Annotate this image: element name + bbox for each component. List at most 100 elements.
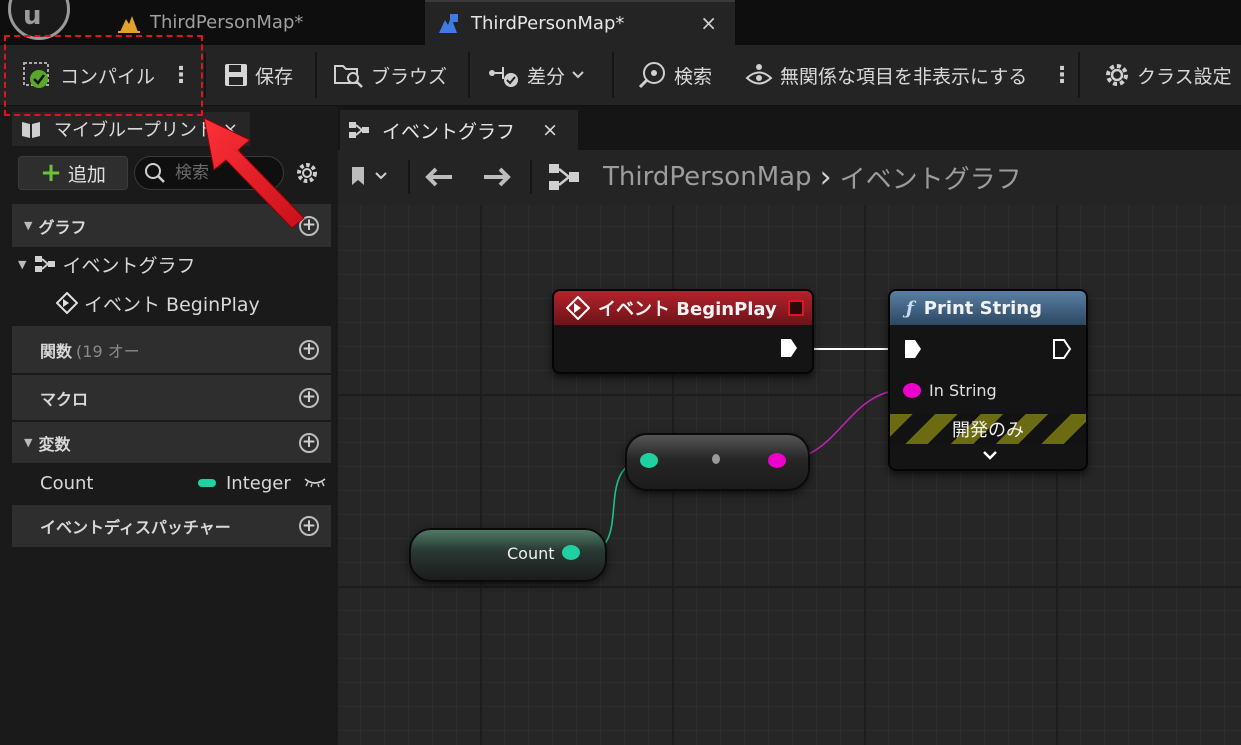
toolbar-divider [530,160,532,194]
banner-label: 開発のみ [952,420,1024,441]
add-label: 追加 [67,163,106,186]
toolbar-options-menu[interactable]: ⋮ [1051,45,1073,105]
toolbar-divider [1078,52,1080,98]
delegate-pin-icon[interactable] [788,300,804,316]
tree-item-label: イベントグラフ [62,254,196,277]
bookmark-icon [352,167,364,185]
book-icon [22,122,40,138]
toolbar-divider [204,52,206,98]
node-header: イベント BeginPlay [554,291,812,325]
tab-event-graph[interactable]: イベントグラフ × [340,110,578,150]
tab-close-icon[interactable]: × [542,119,558,141]
diff-icon [489,67,518,87]
breadcrumb: ThirdPersonMap › イベントグラフ [603,159,1022,195]
tree-item-event-graph[interactable]: ▼ イベントグラフ [12,249,337,279]
function-icon: ƒ [906,297,914,319]
find-label: 検索 [674,65,713,88]
chevron-down-icon [572,71,584,79]
bookmark-dropdown[interactable] [350,165,388,187]
string-pin-icon[interactable] [903,382,921,398]
toolbar-divider [408,160,410,194]
gear-icon [1106,64,1128,86]
add-function-icon[interactable]: + [299,339,319,360]
folder-search-icon [334,65,363,88]
class-settings-label: クラス設定 [1137,65,1232,88]
variable-row-count[interactable]: Count Integer [12,466,359,500]
pin-label: In String [929,380,997,400]
add-button[interactable]: + 追加 [18,156,128,190]
tab-label: ThirdPersonMap* [150,12,304,33]
breadcrumb-current: イベントグラフ [839,164,1022,195]
integer-type-pill-icon [198,479,216,487]
development-only-banner: 開発のみ [890,414,1086,444]
event-graph-icon [549,164,579,190]
variable-type: Integer [226,472,291,494]
toolbar-divider [612,52,614,98]
add-variable-icon[interactable]: + [299,432,319,453]
tree-item-label: イベント BeginPlay [84,293,260,316]
forward-arrow-icon[interactable] [482,166,512,188]
browse-label: ブラウズ [371,65,448,88]
back-arrow-icon[interactable] [424,166,454,188]
node-title: Print String [923,297,1042,319]
hide-unrelated-label: 無関係な項目を非表示にする [780,65,1028,88]
section-macros[interactable]: マクロ + [12,375,331,420]
string-out-pin-icon[interactable] [768,453,786,468]
in-string-pin-row: In String [903,378,997,402]
breadcrumb-separator-icon: › [819,159,832,195]
section-label: マクロ [40,389,89,409]
toolbar-divider [468,52,470,98]
tab-thirdpersonmap-blueprint[interactable]: ThirdPersonMap* × [425,0,735,45]
section-label: 変数 [38,434,71,454]
expand-chevron-icon[interactable] [982,450,998,462]
event-diamond-icon [566,296,590,320]
diff-label: 差分 [527,65,566,88]
tab-label: ThirdPersonMap* [471,13,625,34]
integer-out-pin-icon[interactable] [562,545,580,560]
class-settings-button[interactable]: クラス設定 [1103,45,1232,105]
functions-override-count: (19 オー [76,341,140,361]
visibility-eye-icon[interactable] [303,476,327,488]
event-graph-icon [35,256,56,272]
search-icon [145,163,165,183]
toolbar-divider [315,52,317,98]
add-macro-icon[interactable]: + [299,387,319,408]
annotation-arrow-icon [203,117,305,229]
section-label: 関数 [40,341,73,361]
node-title: Count [507,544,555,563]
diff-dropdown[interactable]: 差分 [487,45,585,105]
chevron-down-icon [375,172,387,180]
save-button[interactable]: 保存 [223,45,293,105]
event-graph-icon [349,122,369,138]
exec-in-pin-icon[interactable] [903,338,923,360]
exec-out-pin-icon[interactable] [1052,338,1072,360]
variable-name: Count [40,472,94,494]
level-icon [118,15,140,33]
section-event-dispatchers[interactable]: イベントディスパッチャー + [12,505,331,547]
section-variables[interactable]: ▼ 変数 + [12,422,331,463]
section-functions[interactable]: 関数 (19 オー + [12,326,331,373]
integer-in-pin-icon[interactable] [640,453,658,468]
exec-out-pin-icon[interactable] [779,337,799,359]
collapse-triangle-icon: ▼ [24,436,33,449]
event-diamond-icon [56,292,78,314]
add-dispatcher-icon[interactable]: + [299,516,319,536]
plus-icon: + [40,158,62,188]
compile-highlight-box [4,35,203,116]
save-label: 保存 [255,65,294,88]
tab-label: イベントグラフ [382,120,516,143]
node-title: イベント BeginPlay [598,299,777,320]
collapse-triangle-icon: ▼ [18,257,27,271]
hide-unrelated-icon [745,64,773,85]
find-button[interactable]: 検索 [638,45,712,105]
conversion-dot-icon [712,454,720,464]
section-label: グラフ [38,217,87,237]
browse-button[interactable]: ブラウズ [333,45,447,105]
blueprint-level-icon [439,13,458,33]
section-label: イベントディスパッチャー [40,518,231,537]
hide-unrelated-button[interactable]: 無関係な項目を非表示にする [744,45,1027,105]
save-icon [225,64,247,86]
tab-close-icon[interactable]: × [700,11,717,35]
tree-item-begin-play[interactable]: イベント BeginPlay [12,288,375,318]
breadcrumb-root[interactable]: ThirdPersonMap [603,162,812,192]
